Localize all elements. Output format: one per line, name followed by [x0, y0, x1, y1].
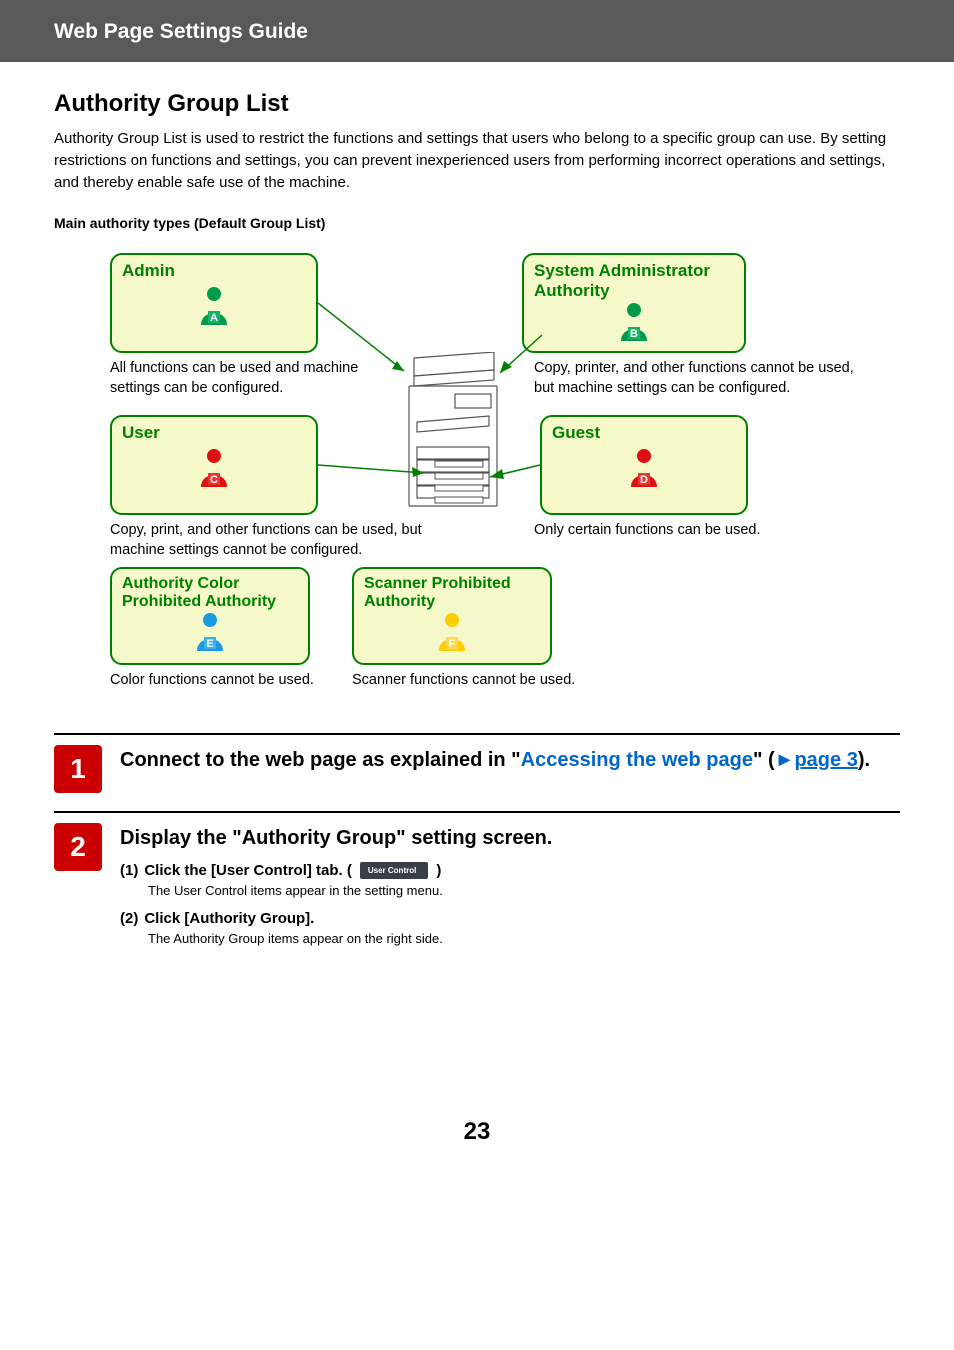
svg-text:C: C: [210, 474, 218, 486]
group-desc-scanner-prohibited: Scanner functions cannot be used.: [352, 671, 612, 691]
substep-desc: The Authority Group items appear on the …: [148, 931, 900, 946]
group-desc-user: Copy, print, and other functions can be …: [110, 521, 450, 560]
user-control-tab-chip[interactable]: User Control: [360, 862, 428, 879]
group-title-l2: Prohibited Authority: [122, 593, 298, 611]
section-title: Authority Group List: [54, 90, 900, 118]
content-area: Authority Group List Authority Group Lis…: [0, 62, 954, 1186]
person-icon: F: [364, 611, 540, 653]
section-subhead: Main authority types (Default Group List…: [54, 215, 900, 231]
svg-text:B: B: [630, 328, 638, 340]
group-box-scanner-prohibited: Scanner Prohibited Authority F: [352, 567, 552, 665]
link-page-3[interactable]: page 3: [794, 749, 857, 771]
group-title-l1: Authority Color: [122, 575, 298, 593]
group-title-l2: Authority: [364, 593, 540, 611]
connector-user: [316, 451, 436, 485]
step-number: 1: [54, 745, 102, 793]
group-title-l2: Authority: [534, 281, 734, 301]
page-number: 23: [54, 1118, 900, 1186]
substep-text: Click the [User Control] tab. (: [144, 862, 352, 879]
header-title: Web Page Settings Guide: [54, 20, 308, 43]
person-icon: A: [122, 285, 306, 327]
group-desc-admin: All functions can be used and machine se…: [110, 359, 400, 398]
authority-diagram: Admin A All functions can be used and ma…: [54, 245, 900, 715]
paper-stack-icon: [429, 457, 489, 512]
svg-text:D: D: [640, 474, 648, 486]
substep-marker: (1): [120, 862, 138, 879]
step-1-mid: " (: [753, 749, 775, 771]
step-1-title: Connect to the web page as explained in …: [120, 747, 900, 774]
step-1-prefix: Connect to the web page as explained in …: [120, 749, 521, 771]
substep-1: (1) Click the [User Control] tab. ( User…: [120, 862, 900, 898]
step-number: 2: [54, 823, 102, 871]
group-box-color-prohibited: Authority Color Prohibited Authority E: [110, 567, 310, 665]
group-title: Guest: [552, 423, 736, 443]
svg-text:F: F: [449, 638, 456, 650]
step-1: 1 Connect to the web page as explained i…: [54, 733, 900, 793]
group-title-l1: System Administrator: [534, 261, 734, 281]
connector-guest: [484, 455, 546, 485]
svg-text:E: E: [206, 638, 213, 650]
person-icon: E: [122, 611, 298, 653]
person-icon: C: [122, 447, 306, 489]
person-icon: B: [534, 301, 734, 343]
link-arrow: ►: [775, 749, 795, 771]
group-title-l1: Scanner Prohibited: [364, 575, 540, 593]
step-1-suffix: ).: [858, 749, 870, 771]
group-desc-guest: Only certain functions can be used.: [534, 521, 854, 541]
svg-text:A: A: [210, 312, 218, 324]
substep-desc: The User Control items appear in the set…: [148, 883, 900, 898]
substep-2: (2) Click [Authority Group]. The Authori…: [120, 910, 900, 946]
group-box-sysadmin: System Administrator Authority B: [522, 253, 746, 353]
link-accessing-web-page[interactable]: Accessing the web page: [521, 749, 753, 771]
group-title: Admin: [122, 261, 306, 281]
group-box-user: User C: [110, 415, 318, 515]
header-bar: Web Page Settings Guide: [0, 0, 954, 62]
section-intro: Authority Group List is used to restrict…: [54, 128, 900, 193]
step-2-title: Display the "Authority Group" setting sc…: [120, 825, 900, 852]
substep-close: ): [436, 862, 441, 879]
substep-text: Click [Authority Group].: [144, 910, 314, 927]
person-icon: D: [552, 447, 736, 489]
substep-marker: (2): [120, 910, 138, 927]
group-box-admin: Admin A: [110, 253, 318, 353]
step-2: 2 Display the "Authority Group" setting …: [54, 811, 900, 958]
group-box-guest: Guest D: [540, 415, 748, 515]
group-desc-color-prohibited: Color functions cannot be used.: [110, 671, 350, 691]
group-desc-sysadmin: Copy, printer, and other functions canno…: [534, 359, 874, 398]
group-title: User: [122, 423, 306, 443]
